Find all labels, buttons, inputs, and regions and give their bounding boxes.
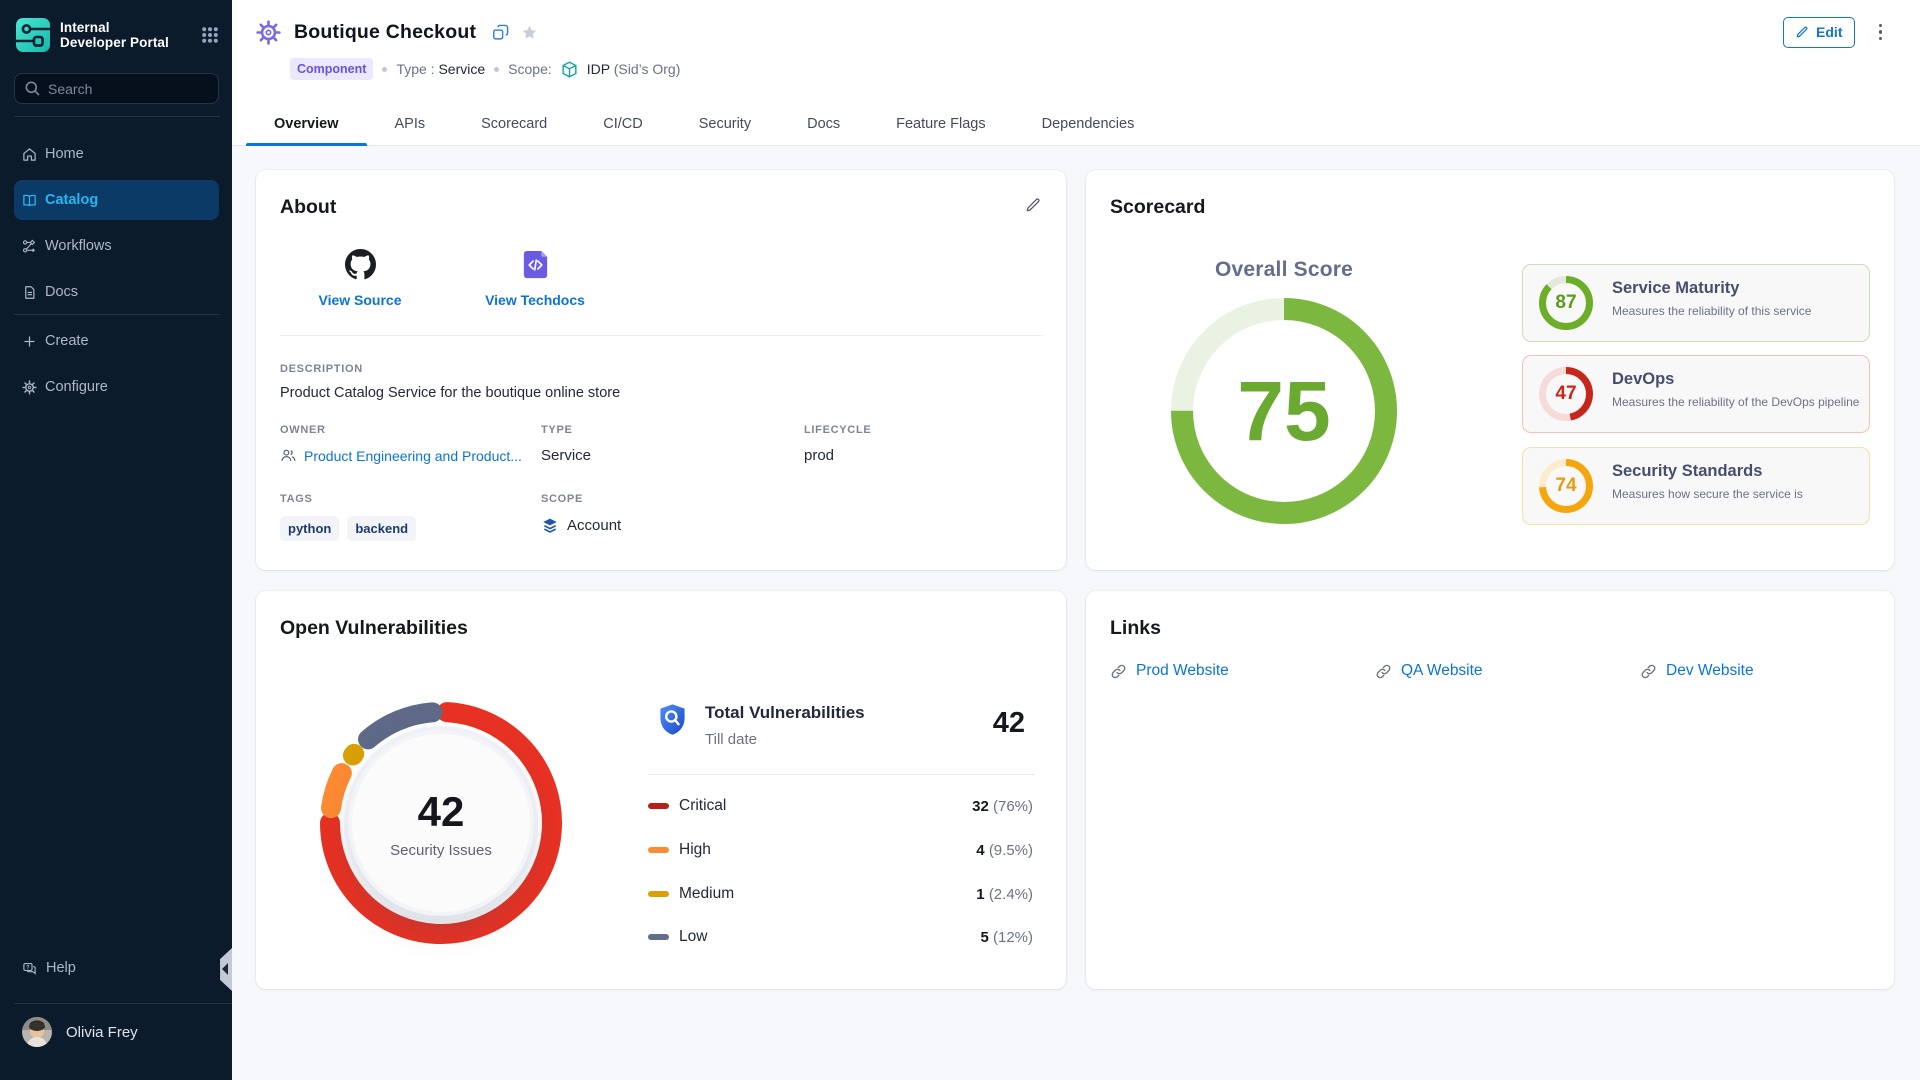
svg-text:?: ? [26, 965, 30, 971]
